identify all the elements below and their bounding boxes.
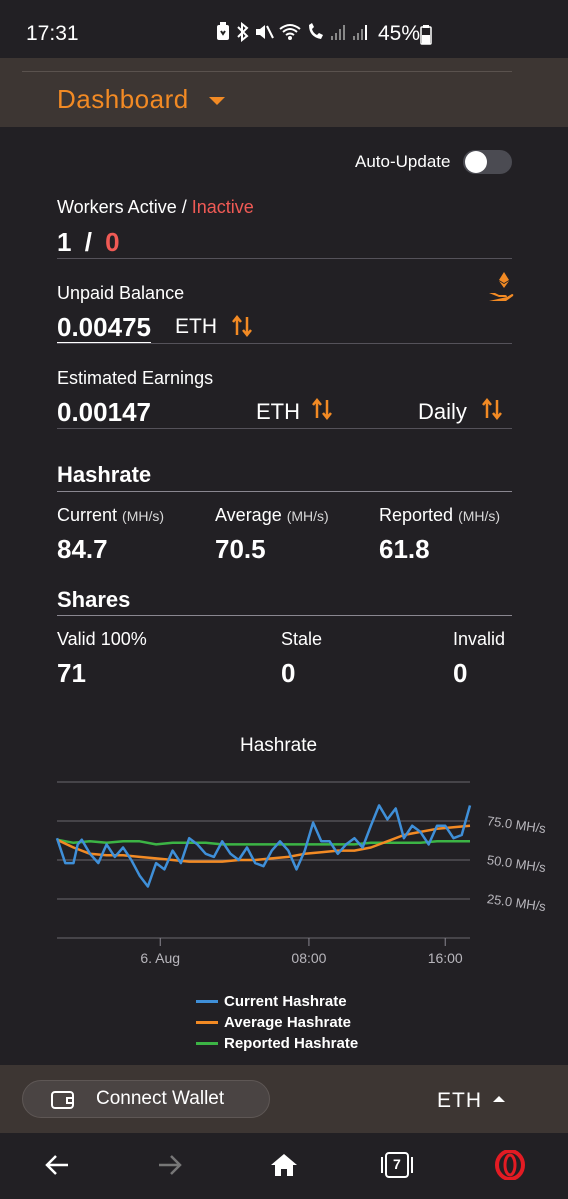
home-icon: [271, 1154, 297, 1176]
forward-button[interactable]: [153, 1148, 187, 1182]
signal-icon-2: [353, 25, 367, 40]
x-tick-label: 08:00: [291, 950, 326, 966]
swap-unit-icon[interactable]: [232, 315, 252, 337]
reported-unit: (MH/s): [458, 508, 501, 524]
battery-level: 45%: [378, 22, 421, 45]
workers-value: 1 / 0: [57, 227, 120, 258]
hashrate-chart[interactable]: 75.0 MH/s 50.0 MH/s 25.0 MH/s 6. Aug 08:00 16…: [40, 765, 560, 975]
workers-label: Workers Active / Inactive: [57, 197, 254, 218]
bluetooth-icon: [237, 22, 249, 42]
coin-selector[interactable]: ETH: [437, 1089, 482, 1113]
divider: [57, 343, 512, 344]
payout-hand-icon[interactable]: [488, 271, 514, 303]
divider: [57, 615, 512, 616]
estimated-earnings-period: Daily: [418, 399, 467, 424]
legend-average[interactable]: Average Hashrate: [196, 1014, 351, 1031]
legend-current-label: Current Hashrate: [224, 993, 347, 1010]
dashboard-dropdown[interactable]: Dashboard: [57, 84, 189, 115]
legend-swatch-blue: [196, 1000, 218, 1003]
current-hashrate-value: 84.7: [57, 534, 108, 564]
reported-label-text: Reported: [379, 505, 454, 525]
chart-title: Hashrate: [240, 735, 318, 756]
back-button[interactable]: [40, 1148, 74, 1182]
invalid-shares-value: 0: [453, 658, 468, 688]
current-unit: (MH/s): [122, 508, 165, 524]
workers-active-count: 1: [57, 227, 72, 257]
unpaid-balance-value: 0.00475: [57, 312, 151, 342]
wallet-icon: [51, 1091, 74, 1109]
x-tick-label: 6. Aug: [140, 950, 180, 966]
reported-hashrate-value: 61.8: [379, 534, 430, 564]
average-label-text: Average: [215, 505, 282, 525]
stale-shares-value: 0: [281, 658, 296, 688]
hashrate-section-title: Hashrate: [57, 462, 152, 487]
shares-section-title: Shares: [57, 587, 131, 612]
legend-current[interactable]: Current Hashrate: [196, 993, 347, 1010]
battery-icon: [420, 25, 432, 45]
home-button[interactable]: [267, 1148, 301, 1182]
series-line-current-hashrate: [55, 804, 472, 888]
average-hashrate-value: 70.5: [215, 534, 266, 564]
tabs-count: 7: [393, 1156, 401, 1172]
legend-swatch-orange: [196, 1021, 218, 1024]
wifi-call-icon: [309, 23, 323, 39]
arrow-right-icon: [159, 1155, 182, 1175]
signal-icon: [331, 25, 345, 40]
arrow-left-icon: [45, 1155, 68, 1175]
legend-average-label: Average Hashrate: [224, 1014, 352, 1031]
valid-shares-value: 71: [57, 658, 86, 688]
legend-swatch-green: [196, 1042, 218, 1045]
reported-hashrate-label: Reported (MH/s): [379, 505, 500, 526]
connect-wallet-label[interactable]: Connect Wallet: [96, 1088, 224, 1110]
y-tick-label: 75.0 MH/s: [486, 813, 547, 836]
estimated-earnings-unit: ETH: [256, 399, 300, 424]
swap-period-icon[interactable]: [482, 398, 502, 420]
alarm-icon: [217, 22, 229, 40]
status-time: 17:31: [26, 22, 79, 45]
tabs-button[interactable]: 7: [380, 1148, 414, 1182]
wifi-icon: [279, 24, 301, 40]
unpaid-balance-label: Unpaid Balance: [57, 283, 185, 303]
stale-shares-label: Stale: [281, 629, 323, 649]
series-line-reported-hashrate: [56, 838, 470, 846]
toggle-knob: [465, 151, 487, 173]
divider: [57, 258, 512, 259]
workers-label-prefix: Workers Active /: [57, 197, 192, 217]
caret-down-icon[interactable]: [208, 96, 226, 106]
y-tick-label: 50.0 MH/s: [486, 852, 547, 875]
invalid-shares-label: Invalid: [453, 629, 506, 649]
divider: [57, 491, 512, 492]
unpaid-balance-unit: ETH: [175, 315, 217, 338]
workers-inactive-count: 0: [105, 227, 120, 257]
estimated-earnings-label: Estimated Earnings: [57, 368, 214, 388]
header-divider: [22, 71, 512, 72]
swap-unit-icon[interactable]: [312, 398, 332, 420]
estimated-earnings-value: 0.00147: [57, 397, 151, 427]
auto-update-label: Auto-Update: [355, 152, 451, 171]
opera-menu-button[interactable]: [493, 1148, 527, 1182]
opera-logo-icon: [495, 1150, 525, 1180]
mute-icon: [256, 25, 274, 39]
x-tick-label: 16:00: [428, 950, 463, 966]
y-tick-label: 25.0 MH/s: [486, 891, 547, 914]
current-hashrate-label: Current (MH/s): [57, 505, 164, 526]
legend-reported[interactable]: Reported Hashrate: [196, 1035, 358, 1052]
auto-update-toggle[interactable]: [463, 150, 512, 174]
status-icons: [214, 22, 370, 42]
average-unit: (MH/s): [286, 508, 329, 524]
average-hashrate-label: Average (MH/s): [215, 505, 329, 526]
divider: [57, 428, 512, 429]
legend-reported-label: Reported Hashrate: [224, 1035, 359, 1052]
workers-label-inactive: Inactive: [191, 197, 254, 217]
valid-shares-label: Valid 100%: [57, 629, 147, 649]
workers-separator: /: [84, 227, 92, 257]
status-bar: 17:31 45%: [0, 0, 568, 58]
caret-up-icon[interactable]: [492, 1095, 506, 1103]
current-label-text: Current: [57, 505, 118, 525]
